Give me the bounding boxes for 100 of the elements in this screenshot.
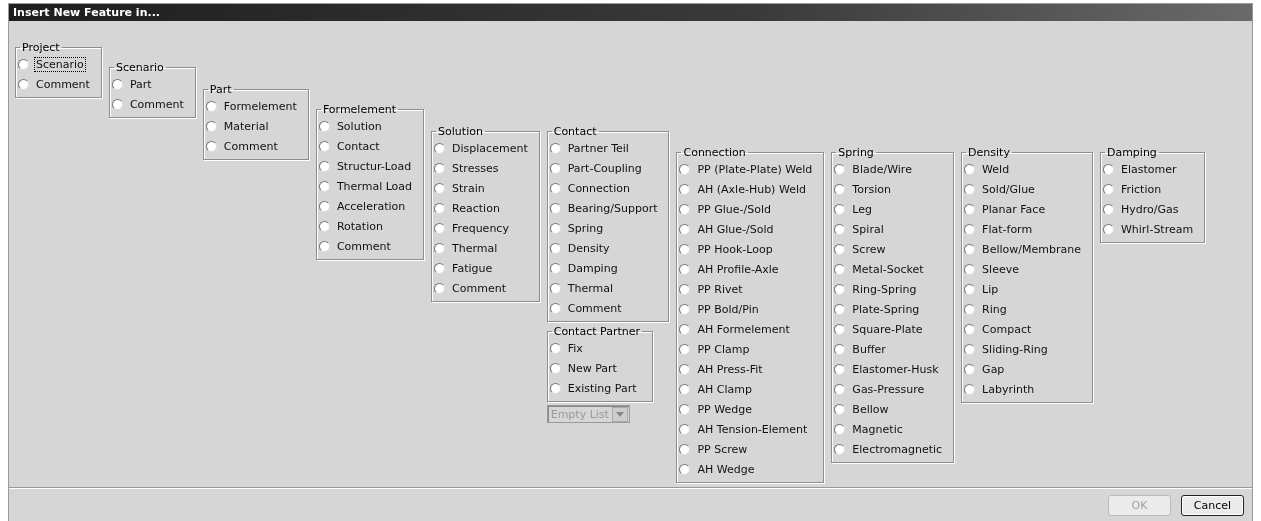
radio-button[interactable] [834, 403, 846, 415]
radio-button[interactable] [679, 343, 691, 355]
option-label[interactable]: PP Clamp [696, 342, 751, 356]
option-label[interactable]: PP Rivet [696, 282, 744, 296]
radio-button[interactable] [434, 162, 446, 174]
option-label[interactable]: Acceleration [335, 199, 407, 213]
option-label[interactable]: Friction [1119, 182, 1163, 196]
radio-button[interactable] [318, 160, 330, 172]
option-label[interactable]: Blade/Wire [851, 162, 913, 176]
radio-button[interactable] [964, 283, 976, 295]
radio-button[interactable] [834, 343, 846, 355]
radio-button[interactable] [549, 182, 561, 194]
option-label[interactable]: Comment [335, 239, 392, 253]
radio-button[interactable] [964, 263, 976, 275]
option-label[interactable]: AH Wedge [696, 462, 756, 476]
option-label[interactable]: Lip [981, 282, 1000, 296]
radio-button[interactable] [679, 363, 691, 375]
option-label[interactable]: Compact [981, 322, 1033, 336]
option-label[interactable]: Material [222, 119, 270, 133]
radio-button[interactable] [964, 183, 976, 195]
radio-button[interactable] [549, 262, 561, 274]
radio-button[interactable] [549, 342, 561, 354]
radio-button[interactable] [964, 343, 976, 355]
radio-button[interactable] [434, 242, 446, 254]
radio-button[interactable] [1102, 203, 1114, 215]
option-label[interactable]: Flat-form [981, 222, 1034, 236]
radio-button[interactable] [18, 78, 29, 90]
radio-button[interactable] [834, 363, 846, 375]
radio-button[interactable] [679, 303, 691, 315]
radio-button[interactable] [679, 463, 691, 475]
option-label[interactable]: Damping [566, 261, 619, 275]
option-label[interactable]: Formelement [222, 99, 298, 113]
radio-button[interactable] [679, 183, 691, 195]
radio-button[interactable] [834, 323, 846, 335]
option-label[interactable]: AH (Axle-Hub) Weld [696, 182, 807, 196]
option-label[interactable]: Thermal [451, 241, 499, 255]
option-label[interactable]: Thermal [566, 281, 614, 295]
radio-button[interactable] [549, 282, 561, 294]
option-label[interactable]: Magnetic [851, 422, 904, 436]
radio-button[interactable] [549, 142, 561, 154]
radio-button[interactable] [318, 120, 330, 132]
option-label[interactable]: Torsion [851, 182, 892, 196]
option-label[interactable]: Metal-Socket [851, 262, 925, 276]
option-label[interactable]: PP Wedge [696, 402, 753, 416]
radio-button[interactable] [318, 220, 330, 232]
option-label[interactable]: Sold/Glue [981, 182, 1036, 196]
radio-button[interactable] [205, 100, 217, 112]
option-label[interactable]: Bellow [851, 402, 890, 416]
option-label[interactable]: Frequency [451, 221, 510, 235]
radio-button[interactable] [834, 283, 846, 295]
radio-button[interactable] [964, 223, 976, 235]
radio-button[interactable] [964, 363, 976, 375]
radio-button[interactable] [205, 120, 217, 132]
option-label[interactable]: Labyrinth [981, 382, 1036, 396]
option-label[interactable]: PP Hook-Loop [696, 242, 774, 256]
option-label[interactable]: Comment [35, 77, 91, 91]
radio-button[interactable] [549, 302, 561, 314]
option-label[interactable]: AH Press-Fit [696, 362, 764, 376]
radio-button[interactable] [1102, 163, 1114, 175]
radio-button[interactable] [679, 163, 691, 175]
option-label[interactable]: Solution [335, 119, 383, 133]
option-label[interactable]: Stresses [451, 161, 500, 175]
radio-button[interactable] [679, 203, 691, 215]
radio-button[interactable] [434, 182, 446, 194]
radio-button[interactable] [964, 303, 976, 315]
option-label[interactable]: Gap [981, 362, 1006, 376]
radio-button[interactable] [18, 58, 29, 70]
option-label[interactable]: Leg [851, 202, 874, 216]
option-label[interactable]: Weld [981, 162, 1011, 176]
option-label[interactable]: Comment [566, 301, 623, 315]
option-label[interactable]: Comment [451, 281, 507, 295]
option-label[interactable]: Fatigue [451, 261, 494, 275]
option-label[interactable]: Connection [566, 181, 631, 195]
radio-button[interactable] [111, 98, 123, 110]
radio-button[interactable] [549, 202, 561, 214]
option-label[interactable]: Spring [566, 221, 605, 235]
radio-button[interactable] [1102, 223, 1114, 235]
radio-button[interactable] [318, 140, 330, 152]
option-label[interactable]: Part-Coupling [566, 161, 643, 175]
option-label[interactable]: PP Screw [696, 442, 749, 456]
radio-button[interactable] [434, 282, 446, 294]
option-label[interactable]: Reaction [451, 201, 501, 215]
radio-button[interactable] [434, 202, 446, 214]
radio-button[interactable] [834, 243, 846, 255]
radio-button[interactable] [834, 383, 846, 395]
radio-button[interactable] [964, 163, 976, 175]
option-label[interactable]: Electromagnetic [851, 442, 944, 456]
option-label[interactable]: Ring-Spring [851, 282, 918, 296]
option-label[interactable]: Hydro/Gas [1119, 202, 1180, 216]
option-label[interactable]: PP (Plate-Plate) Weld [696, 162, 814, 176]
option-label[interactable]: Elastomer-Husk [851, 362, 940, 376]
option-label[interactable]: Buffer [851, 342, 887, 356]
option-label[interactable]: Rotation [335, 219, 384, 233]
option-label[interactable]: Strain [451, 181, 486, 195]
option-label[interactable]: Density [566, 241, 611, 255]
radio-button[interactable] [679, 383, 691, 395]
radio-button[interactable] [1102, 183, 1114, 195]
radio-button[interactable] [834, 263, 846, 275]
radio-button[interactable] [434, 142, 446, 154]
option-label[interactable]: PP Glue-/Sold [696, 202, 772, 216]
